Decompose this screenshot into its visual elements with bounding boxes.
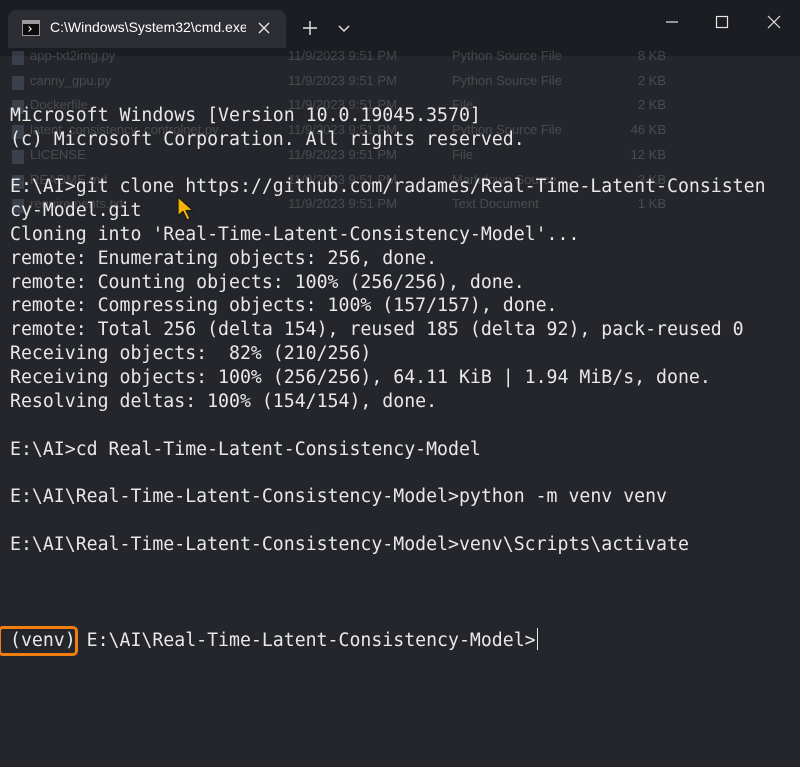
console-line: remote: Total 256 (delta 154), reused 18…: [10, 319, 744, 341]
maximize-icon[interactable]: [712, 12, 732, 32]
venv-indicator: (venv): [0, 626, 78, 657]
console-line: cy-Model.git: [10, 200, 142, 222]
console-output: Microsoft Windows [Version 10.0.19045.35…: [0, 56, 790, 700]
prompt-path: E:\AI\Real-Time-Latent-Consistency-Model…: [75, 630, 536, 652]
text-cursor: [536, 628, 539, 651]
console-line: Receiving objects: 82% (210/256): [10, 343, 372, 365]
console-line: (c) Microsoft Corporation. All rights re…: [10, 128, 525, 150]
current-prompt[interactable]: (venv) E:\AI\Real-Time-Latent-Consistenc…: [0, 626, 790, 657]
console-line: remote: Counting objects: 100% (256/256)…: [10, 271, 525, 293]
close-icon[interactable]: [764, 12, 784, 32]
console-line: E:\AI>cd Real-Time-Latent-Consistency-Mo…: [10, 438, 481, 460]
title-bar: C:\Windows\System32\cmd.exe: [0, 0, 800, 56]
terminal-icon: [22, 20, 40, 36]
console-line: Receiving objects: 100% (256/256), 64.11…: [10, 366, 711, 388]
console-line: Cloning into 'Real-Time-Latent-Consisten…: [10, 223, 580, 245]
minimize-icon[interactable]: [662, 12, 682, 32]
venv-highlight-box: [0, 626, 78, 657]
tab-title: C:\Windows\System32\cmd.exe: [50, 19, 246, 35]
terminal-body[interactable]: app-txt2img.py 11/9/2023 9:51 PM Python So…: [0, 48, 800, 767]
terminal-window: C:\Windows\System32\cmd.exe app-txt2img.…: [0, 0, 800, 767]
console-line: E:\AI\Real-Time-Latent-Consistency-Model…: [10, 533, 689, 555]
plus-icon[interactable]: [300, 18, 320, 38]
mouse-pointer-icon: [177, 196, 194, 221]
console-line: E:\AI\Real-Time-Latent-Consistency-Model…: [10, 486, 667, 508]
chevron-down-icon[interactable]: [336, 20, 352, 36]
console-line: remote: Compressing objects: 100% (157/1…: [10, 295, 558, 317]
console-line: Resolving deltas: 100% (154/154), done.: [10, 390, 438, 412]
console-line: Microsoft Windows [Version 10.0.19045.35…: [10, 104, 481, 126]
console-line: remote: Enumerating objects: 256, done.: [10, 247, 438, 269]
close-tab-button[interactable]: [254, 18, 274, 38]
tab-cmd[interactable]: C:\Windows\System32\cmd.exe: [8, 10, 286, 48]
console-line: E:\AI>git clone https://github.com/radam…: [10, 176, 766, 198]
